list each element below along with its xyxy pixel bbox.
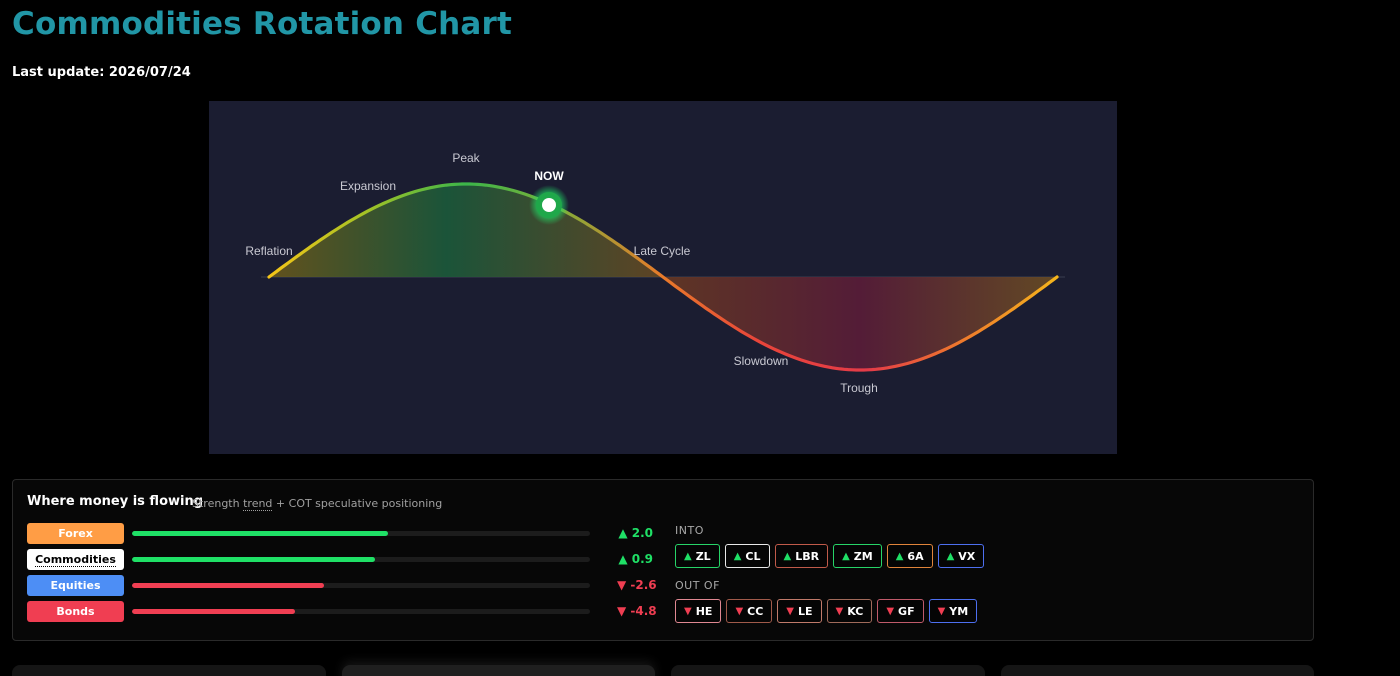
- summary-card-1[interactable]: [12, 665, 326, 676]
- out-of-tickers: ▼ HE ▼ CC ▼ LE ▼ KC ▼ GF ▼ YM: [675, 599, 978, 623]
- arrow-down-icon: ▼: [684, 605, 692, 617]
- arrow-up-icon: ▲: [733, 550, 742, 562]
- trend-term[interactable]: trend: [243, 497, 273, 511]
- ticker-vx[interactable]: ▲ VX: [937, 544, 985, 568]
- flow-subtitle: Strength trend + COT speculative positio…: [192, 497, 443, 511]
- arrow-down-icon: ▼: [886, 605, 895, 617]
- strength-bar-fill: [132, 531, 389, 536]
- strength-bar-fill: [132, 583, 325, 588]
- asset-label: Forex: [58, 527, 93, 540]
- summary-card-3[interactable]: [671, 665, 985, 676]
- lower-fill: [663, 277, 1057, 370]
- asset-label: Bonds: [56, 605, 95, 618]
- stage-label-expansion: Expansion: [340, 179, 396, 193]
- rotation-chart-svg: Reflation Expansion Peak Late Cycle Slowdown…: [245, 151, 1065, 395]
- flow-heading: Where money is flowing: [27, 494, 204, 509]
- stage-label-peak: Peak: [452, 151, 480, 165]
- stage-label-late-cycle: Late Cycle: [634, 244, 691, 258]
- ticker-symbol: CL: [745, 549, 761, 563]
- ticker-gf[interactable]: ▼ GF: [877, 599, 924, 623]
- asset-badge-forex[interactable]: Forex: [27, 523, 124, 544]
- asset-label: Equities: [50, 579, 101, 592]
- asset-row-commodities: Commodities ▲ 0.9: [27, 549, 657, 570]
- ticker-zm[interactable]: ▲ ZM: [833, 544, 882, 568]
- arrow-down-icon: ▼: [937, 605, 946, 617]
- out-of-label: OUT OF: [675, 579, 720, 592]
- arrow-up-icon: ▲: [946, 550, 955, 562]
- summary-card-4[interactable]: [1001, 665, 1314, 676]
- ticker-symbol: ZM: [853, 549, 873, 563]
- ticker-symbol: ZL: [695, 549, 711, 563]
- into-label: INTO: [675, 524, 704, 537]
- ticker-cl[interactable]: ▲ CL: [724, 544, 770, 568]
- asset-value: ▲ 2.0: [618, 526, 653, 540]
- asset-badge-commodities[interactable]: Commodities: [27, 549, 124, 570]
- money-flow-panel: Where money is flowing Strength trend + …: [12, 479, 1314, 641]
- ticker-symbol: YM: [949, 604, 969, 618]
- strength-bar-track: [132, 583, 590, 588]
- asset-value: ▲ 0.9: [618, 552, 653, 566]
- asset-badge-equities[interactable]: Equities: [27, 575, 124, 596]
- strength-bar-fill: [132, 609, 295, 614]
- ticker-lbr[interactable]: ▲ LBR: [774, 544, 829, 568]
- ticker-zl[interactable]: ▲ ZL: [675, 544, 720, 568]
- ticker-ym[interactable]: ▼ YM: [928, 599, 978, 623]
- stage-label-trough: Trough: [840, 381, 878, 395]
- asset-badge-bonds[interactable]: Bonds: [27, 601, 124, 622]
- stage-label-reflation: Reflation: [245, 244, 292, 258]
- arrow-up-icon: ▲: [783, 550, 792, 562]
- arrow-up-icon: ▲: [842, 550, 850, 562]
- strength-bar-track: [132, 557, 590, 562]
- arrow-down-icon: ▼: [786, 605, 794, 617]
- arrow-down-icon: ▼: [735, 605, 744, 617]
- ticker-symbol: LE: [798, 604, 813, 618]
- summary-card-2[interactable]: [342, 665, 655, 676]
- now-label: NOW: [534, 169, 564, 183]
- stage-label-slowdown: Slowdown: [734, 354, 789, 368]
- asset-value: ▼ -2.6: [617, 578, 657, 592]
- ticker-symbol: HE: [695, 604, 713, 618]
- ticker-he[interactable]: ▼ HE: [675, 599, 722, 623]
- asset-row-bonds: Bonds ▼ -4.8: [27, 601, 657, 622]
- strength-bar-track: [132, 609, 590, 614]
- last-update: Last update: 2026/07/24: [12, 65, 191, 80]
- asset-row-forex: Forex ▲ 2.0: [27, 523, 657, 544]
- flow-subtitle-post: + COT speculative positioning: [272, 497, 443, 510]
- ticker-symbol: GF: [898, 604, 915, 618]
- strength-bar-track: [132, 531, 590, 536]
- ticker-le[interactable]: ▼ LE: [777, 599, 822, 623]
- ticker-kc[interactable]: ▼ KC: [826, 599, 873, 623]
- asset-label: Commodities: [35, 552, 116, 567]
- asset-row-equities: Equities ▼ -2.6: [27, 575, 657, 596]
- upper-fill: [269, 184, 663, 277]
- arrow-up-icon: ▲: [684, 550, 692, 562]
- strength-bar-fill: [132, 557, 375, 562]
- ticker-symbol: CC: [747, 604, 764, 618]
- now-marker: [542, 198, 556, 212]
- asset-value: ▼ -4.8: [617, 604, 657, 618]
- ticker-symbol: KC: [847, 604, 864, 618]
- ticker-cc[interactable]: ▼ CC: [726, 599, 773, 623]
- arrow-down-icon: ▼: [835, 605, 844, 617]
- arrow-up-icon: ▲: [895, 550, 904, 562]
- flow-subtitle-pre: Strength: [192, 497, 244, 510]
- ticker-symbol: LBR: [795, 549, 820, 563]
- page-title: Commodities Rotation Chart: [12, 6, 513, 42]
- ticker-6a[interactable]: ▲ 6A: [886, 544, 933, 568]
- into-tickers: ▲ ZL ▲ CL ▲ LBR ▲ ZM ▲ 6A ▲ VX: [675, 544, 985, 568]
- ticker-symbol: VX: [958, 549, 976, 563]
- ticker-symbol: 6A: [907, 549, 924, 563]
- rotation-chart: Reflation Expansion Peak Late Cycle Slowdown…: [209, 101, 1117, 454]
